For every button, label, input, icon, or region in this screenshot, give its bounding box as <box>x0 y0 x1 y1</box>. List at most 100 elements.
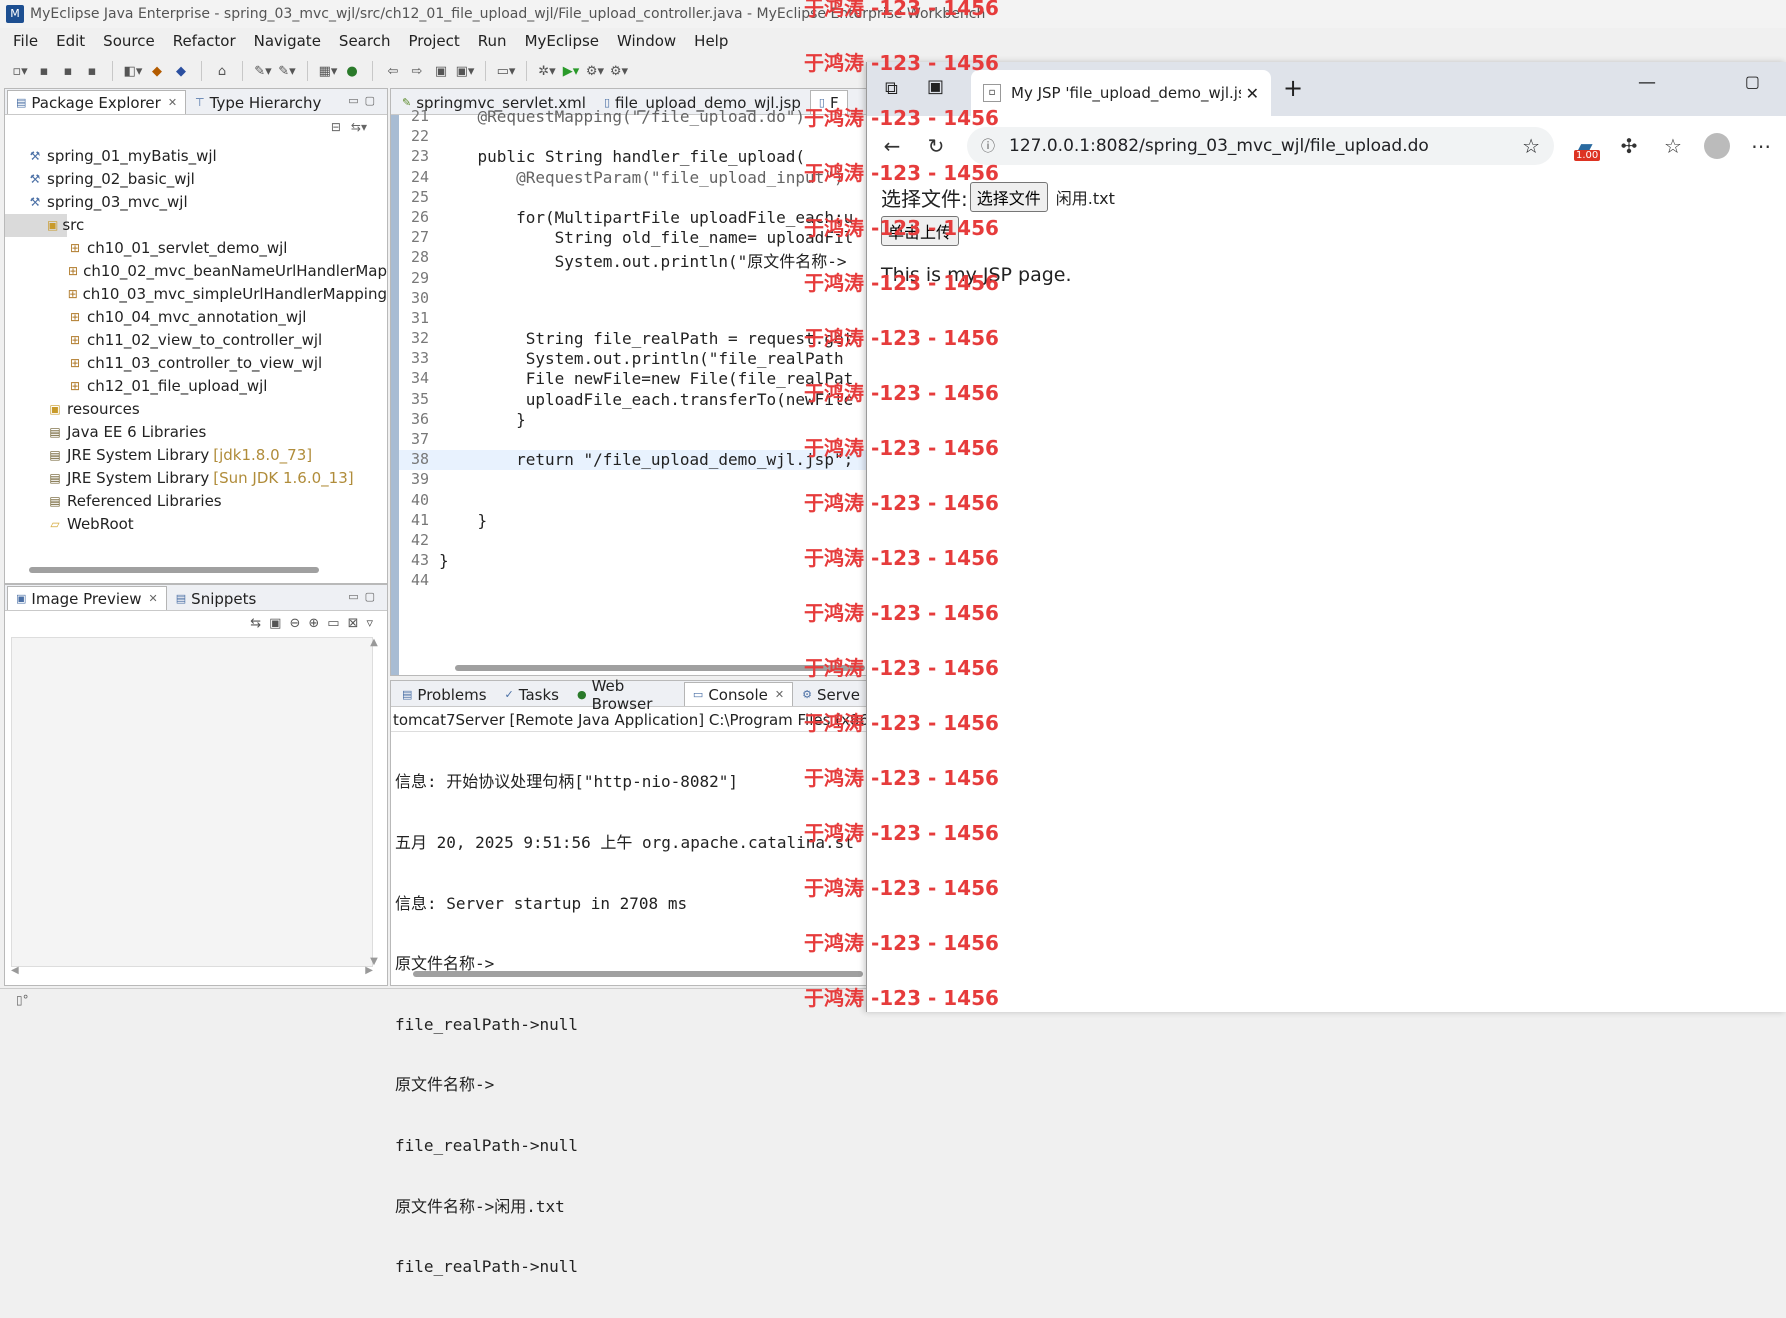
close-icon[interactable]: ✕ <box>168 96 177 109</box>
tree-item-package[interactable]: ⊞ ch10_02_mvc_beanNameUrlHandlerMap <box>5 260 387 283</box>
workspaces-icon[interactable]: ⧉ <box>885 78 898 99</box>
wizard2-icon[interactable]: ✎▾ <box>277 62 297 80</box>
scroll-right-icon[interactable]: ▶ <box>365 965 373 977</box>
server-icon[interactable]: ⌂ <box>212 62 232 80</box>
view-minmax-icon[interactable]: ▭▢ <box>348 590 381 603</box>
vertical-scrollbar[interactable]: ▲ ▼ <box>367 637 381 967</box>
menu-project[interactable]: Project <box>399 32 468 50</box>
profile-avatar-icon[interactable] <box>1704 133 1730 159</box>
fit-icon[interactable]: ▣ <box>269 616 281 631</box>
nav-back-icon[interactable]: ⇦ <box>383 62 403 80</box>
horizontal-scrollbar[interactable] <box>29 567 319 573</box>
tab-console[interactable]: ▭ Console ✕ <box>683 682 794 706</box>
browser-tab[interactable]: ▫ My JSP 'file_upload_demo_wjl.jsp' ✕ <box>971 70 1271 116</box>
close-icon[interactable]: ✕ <box>149 592 158 605</box>
tree-item-library[interactable]: ▤ Java EE 6 Libraries <box>5 421 387 444</box>
favorite-star-icon[interactable]: ☆ <box>1522 134 1540 158</box>
monitor-icon[interactable]: ▭▾ <box>496 62 516 80</box>
new-icon[interactable]: ▫▾ <box>10 62 30 80</box>
image2-icon[interactable]: ▣▾ <box>455 62 475 80</box>
new-tab-icon[interactable]: + <box>1283 74 1303 102</box>
close-icon[interactable]: ✕ <box>775 688 784 701</box>
choose-file-button[interactable]: 选择文件 <box>969 182 1048 212</box>
open-type-icon[interactable]: ▦▾ <box>318 62 338 80</box>
tree-item-project[interactable]: ⚒ spring_03_mvc_wjl <box>5 191 387 214</box>
extensions-icon[interactable]: ✣ <box>1616 134 1642 158</box>
wizard-icon[interactable]: ✎▾ <box>253 62 273 80</box>
tree-item-src[interactable]: ▣ src <box>5 214 84 237</box>
horizontal-scrollbar[interactable] <box>413 971 863 977</box>
menu-source[interactable]: Source <box>94 32 164 50</box>
link-editor-icon[interactable]: ⇆▾ <box>351 120 367 134</box>
zoom-in-icon[interactable]: ⊕ <box>308 616 319 631</box>
tab-package-explorer[interactable]: ▤ Package Explorer ✕ <box>7 90 187 114</box>
external-tools-icon[interactable]: ⚙▾ <box>585 62 605 80</box>
tree-item-package[interactable]: ⊞ ch11_03_controller_to_view_wjl <box>5 352 387 375</box>
menu-refactor[interactable]: Refactor <box>164 32 245 50</box>
minimize-icon[interactable]: — <box>1638 72 1656 93</box>
tree-item-webroot[interactable]: ▱ WebRoot <box>5 513 387 536</box>
tree-item-package[interactable]: ⊞ ch10_03_mvc_simpleUrlHandlerMapping <box>5 283 387 306</box>
menu-window[interactable]: Window <box>608 32 685 50</box>
tree-item-package[interactable]: ⊞ ch11_02_view_to_controller_wjl <box>5 329 387 352</box>
save-icon[interactable]: ▪ <box>34 62 54 80</box>
back-icon[interactable]: ← <box>879 134 905 158</box>
package-icon[interactable]: ◆ <box>147 62 167 80</box>
tab-type-hierarchy[interactable]: ⊤ Type Hierarchy <box>186 90 330 114</box>
maximize-icon[interactable]: ▢ <box>1745 72 1760 91</box>
tab-snippets[interactable]: ▤ Snippets <box>167 586 266 610</box>
console-output[interactable]: 信息: 开始协议处理句柄["http-nio-8082"] 五月 20, 202… <box>391 732 869 1318</box>
url-field[interactable]: ⓘ 127.0.0.1:8082/spring_03_mvc_wjl/file_… <box>967 127 1554 165</box>
tab-problems[interactable]: ▤ Problems <box>393 682 496 706</box>
tree-item-package[interactable]: ⊞ ch10_01_servlet_demo_wjl <box>5 237 387 260</box>
menu-edit[interactable]: Edit <box>47 32 94 50</box>
image-icon[interactable]: ▣ <box>431 62 451 80</box>
menu-run[interactable]: Run <box>469 32 516 50</box>
tree-item-library[interactable]: ▤ JRE System Library [Sun JDK 1.6.0_13] <box>5 467 387 490</box>
tree-item-library[interactable]: ▤ Referenced Libraries <box>5 490 387 513</box>
view-menu-icon[interactable]: ▿ <box>366 616 373 631</box>
deploy-icon[interactable]: ◆ <box>171 62 191 80</box>
menu-myeclipse[interactable]: MyEclipse <box>516 32 608 50</box>
more-menu-icon[interactable]: ⋯ <box>1748 134 1774 158</box>
menu-help[interactable]: Help <box>685 32 737 50</box>
close-tab-icon[interactable]: ✕ <box>1246 84 1259 103</box>
code-area[interactable]: 21 @RequestMapping("/file_upload.do") 22… <box>399 107 869 657</box>
horizontal-scrollbar[interactable] <box>455 665 865 671</box>
menu-file[interactable]: File <box>4 32 47 50</box>
sync-icon[interactable]: ⇆ <box>250 616 261 631</box>
nav-forward-icon[interactable]: ⇨ <box>407 62 427 80</box>
zoom-fit-icon[interactable]: ⊠ <box>348 616 359 631</box>
vertical-tabs-icon[interactable]: ▣ <box>927 76 944 97</box>
tab-tasks[interactable]: ✓ Tasks <box>496 682 568 706</box>
tree-item-package[interactable]: ⊞ ch12_01_file_upload_wjl <box>5 375 387 398</box>
scroll-left-icon[interactable]: ◀ <box>11 965 19 977</box>
save-all-icon[interactable]: ▪ <box>58 62 78 80</box>
run-config-icon[interactable]: ⚙▾ <box>609 62 629 80</box>
scroll-up-icon[interactable]: ▲ <box>370 637 378 648</box>
site-info-icon[interactable]: ⓘ <box>981 136 995 156</box>
menu-navigate[interactable]: Navigate <box>245 32 330 50</box>
tab-web-browser[interactable]: ● Web Browser <box>568 677 684 713</box>
favorites-icon[interactable]: ☆ <box>1660 134 1686 158</box>
globe-icon[interactable]: ● <box>342 62 362 80</box>
zoom-out-icon[interactable]: ⊖ <box>289 616 300 631</box>
extension-icon[interactable]: ▰ 1.00 <box>1572 134 1601 161</box>
horizontal-scrollbar[interactable]: ◀ ▶ <box>11 965 373 977</box>
refresh-icon[interactable]: ↻ <box>923 134 949 158</box>
menu-search[interactable]: Search <box>330 32 400 50</box>
debug-icon[interactable]: ✲▾ <box>537 62 557 80</box>
new-wizard-icon[interactable]: ◧▾ <box>123 62 143 80</box>
collapse-all-icon[interactable]: ⊟ <box>331 120 341 134</box>
tab-image-preview[interactable]: ▣ Image Preview ✕ <box>7 586 167 610</box>
tree-item-resources[interactable]: ▣ resources <box>5 398 387 421</box>
print-icon[interactable]: ▪ <box>82 62 102 80</box>
tree-item-package[interactable]: ⊞ ch10_04_mvc_annotation_wjl <box>5 306 387 329</box>
run-icon[interactable]: ▶▾ <box>561 62 581 80</box>
tree-item-project[interactable]: ⚒ spring_02_basic_wjl <box>5 168 387 191</box>
actual-size-icon[interactable]: ▭ <box>327 616 339 631</box>
tree-item-project[interactable]: ⚒ spring_01_myBatis_wjl <box>5 145 387 168</box>
upload-submit-button[interactable]: 单击上传 <box>881 216 960 246</box>
view-minmax-icon[interactable]: ▭▢ <box>348 94 381 107</box>
tree-item-library[interactable]: ▤ JRE System Library [jdk1.8.0_73] <box>5 444 387 467</box>
